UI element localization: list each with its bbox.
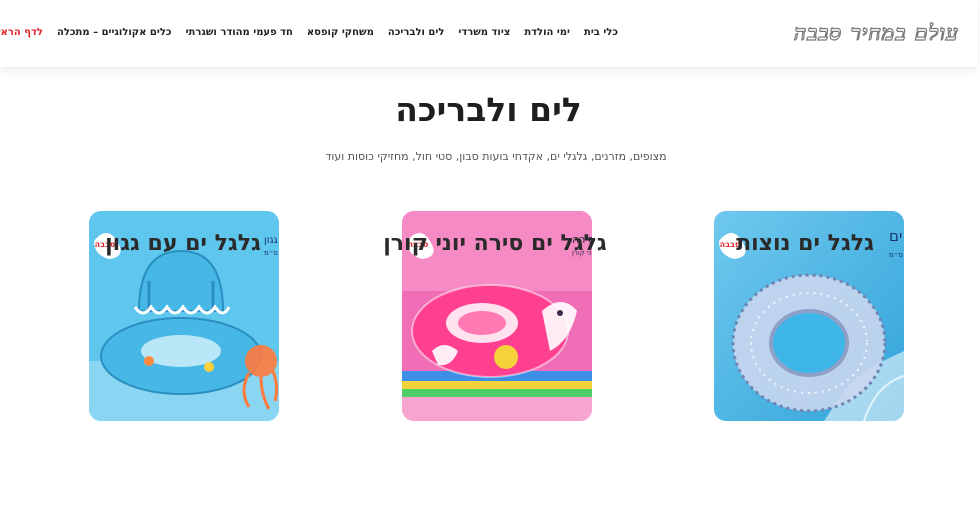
nav-item-home[interactable]: לדף הראשי bbox=[0, 24, 44, 42]
site-header: עולם במחיר סבבה כלי בית ימי הולדת ציוד מ… bbox=[0, 0, 979, 67]
page-subtitle: מצופים, מזרנים, גלגלי ים, אקדחי בועות סב… bbox=[326, 150, 668, 163]
page-title: לים ולבריכה bbox=[396, 90, 583, 129]
nav-item-kitchenware[interactable]: כלי בית bbox=[585, 24, 619, 42]
nav-item-birthdays[interactable]: ימי הולדת bbox=[525, 24, 571, 42]
product-title-unicorn-boat[interactable]: גלגל ים סירה יוני קורן bbox=[326, 229, 666, 259]
nav-item-eco-tableware[interactable]: כלים אקולוגיים – מתכלה bbox=[58, 24, 173, 42]
main-nav: כלי בית ימי הולדת ציוד משרדי לים ולבריכה… bbox=[0, 24, 619, 42]
logo-text: עולם במחיר סבבה bbox=[794, 19, 960, 45]
site-logo[interactable]: עולם במחיר סבבה bbox=[760, 19, 960, 47]
nav-item-beach-pool[interactable]: לים ולבריכה bbox=[389, 24, 446, 42]
nav-item-disposables[interactable]: חד פעמי מהודר ושגרתי bbox=[187, 24, 294, 42]
nav-item-office-supplies[interactable]: ציוד משרדי bbox=[459, 24, 511, 42]
nav-item-board-games[interactable]: משחקי קופסא bbox=[308, 24, 375, 42]
product-title-canopy-float[interactable]: גלגל ים עם גגון bbox=[14, 229, 354, 259]
product-title-feather-ring[interactable]: גלגל ים נוצות bbox=[636, 229, 976, 259]
